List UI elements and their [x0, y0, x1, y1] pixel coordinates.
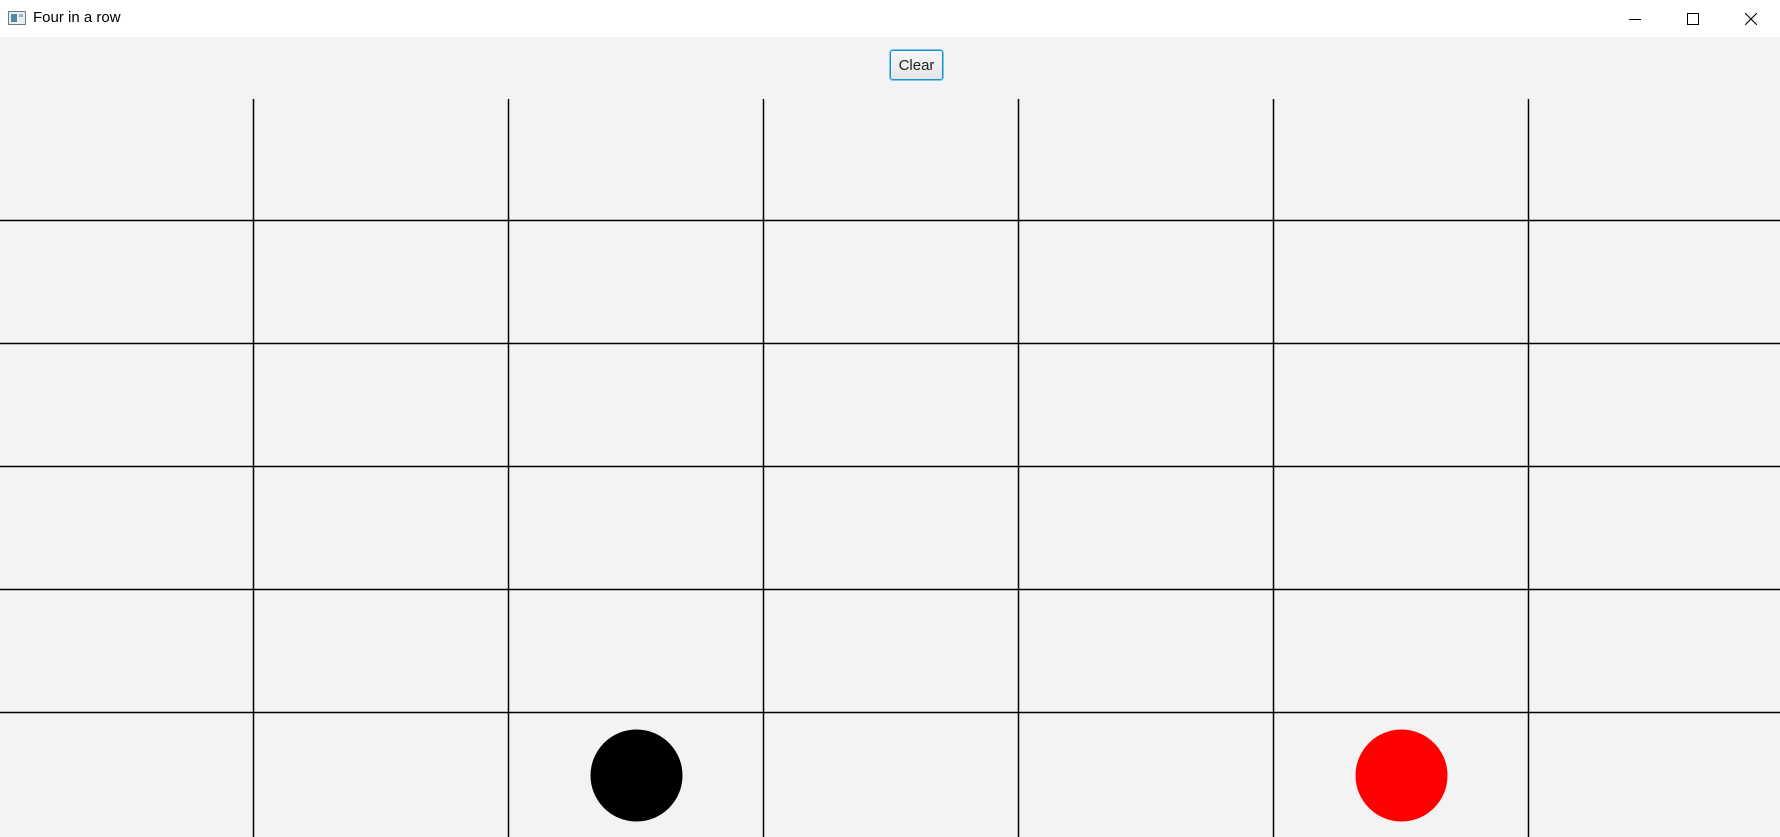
- board-cell[interactable]: [1275, 591, 1530, 714]
- board-cell[interactable]: [0, 222, 255, 345]
- board-cell[interactable]: [1530, 714, 1780, 837]
- board-cell[interactable]: [765, 222, 1020, 345]
- board-cell[interactable]: [1020, 714, 1275, 837]
- board-cell[interactable]: [510, 99, 765, 222]
- board-cell[interactable]: [255, 591, 510, 714]
- red-piece: [1355, 729, 1448, 822]
- board-cell[interactable]: [1020, 468, 1275, 591]
- board-cell[interactable]: [0, 99, 255, 222]
- board-cell[interactable]: [255, 222, 510, 345]
- close-button[interactable]: [1722, 0, 1780, 37]
- board-cell[interactable]: [1020, 591, 1275, 714]
- board-cell[interactable]: [0, 591, 255, 714]
- board-cell[interactable]: [765, 591, 1020, 714]
- board-cell[interactable]: [510, 468, 765, 591]
- board-cell[interactable]: [255, 468, 510, 591]
- board-cell[interactable]: [765, 99, 1020, 222]
- board-cell[interactable]: [1530, 222, 1780, 345]
- maximize-icon: [1687, 12, 1699, 25]
- board-cell[interactable]: [765, 468, 1020, 591]
- board-cell[interactable]: [1530, 99, 1780, 222]
- board-cell[interactable]: [1275, 345, 1530, 468]
- board-cell[interactable]: [510, 345, 765, 468]
- game-board[interactable]: [0, 37, 1780, 837]
- app-window-icon: [8, 11, 26, 25]
- maximize-button[interactable]: [1664, 0, 1722, 37]
- minimize-icon: [1629, 18, 1641, 20]
- game-area: [0, 37, 1780, 837]
- board-cell[interactable]: [1530, 591, 1780, 714]
- board-cell[interactable]: [1020, 345, 1275, 468]
- board-cell[interactable]: [1020, 99, 1275, 222]
- board-cell[interactable]: [510, 222, 765, 345]
- board-cell[interactable]: [1020, 222, 1275, 345]
- close-icon: [1745, 12, 1757, 25]
- board-cell[interactable]: [765, 714, 1020, 837]
- board-cell[interactable]: [1530, 468, 1780, 591]
- board-cell[interactable]: [510, 591, 765, 714]
- title-bar: Four in a row: [0, 0, 1780, 37]
- board-cell[interactable]: [255, 714, 510, 837]
- black-piece: [590, 729, 683, 822]
- minimize-button[interactable]: [1606, 0, 1664, 37]
- board-cell[interactable]: [1275, 99, 1530, 222]
- window-title: Four in a row: [33, 9, 121, 26]
- board-cell[interactable]: [1530, 345, 1780, 468]
- board-cell[interactable]: [255, 99, 510, 222]
- board-cell[interactable]: [0, 714, 255, 837]
- board-cell[interactable]: [765, 345, 1020, 468]
- clear-button[interactable]: Clear: [890, 50, 943, 80]
- board-cell[interactable]: [1275, 222, 1530, 345]
- board-cell[interactable]: [0, 345, 255, 468]
- board-cell[interactable]: [255, 345, 510, 468]
- board-cell[interactable]: [1275, 468, 1530, 591]
- board-cell[interactable]: [0, 468, 255, 591]
